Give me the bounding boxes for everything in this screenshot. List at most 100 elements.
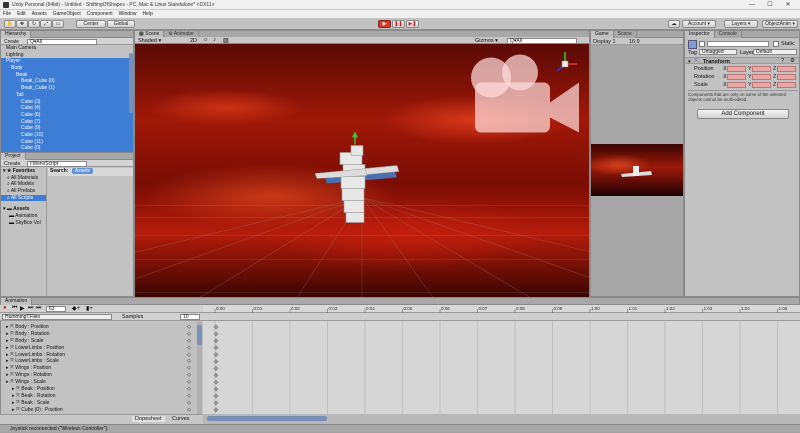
settings-gear-icon[interactable]: ⚙ [790, 58, 795, 64]
keyframe-marker[interactable] [213, 407, 219, 413]
transform-value-field[interactable] [727, 74, 746, 80]
go-last-button[interactable]: ⏭ [36, 305, 41, 312]
hierarchy-item[interactable]: Main Camera [1, 45, 133, 52]
transform-value-field[interactable] [777, 66, 796, 72]
hierarchy-create-button[interactable]: Create [4, 39, 19, 45]
go-first-button[interactable]: ⏮ [12, 305, 17, 312]
keyframe-marker[interactable] [213, 379, 219, 385]
active-checkbox[interactable] [699, 41, 705, 47]
menu-gameobject[interactable]: GameObject [50, 10, 84, 18]
keyframe-marker[interactable] [213, 345, 219, 351]
hierarchy-scrollbar[interactable] [129, 53, 133, 113]
hierarchy-item[interactable]: Cube (7) [1, 118, 133, 126]
animation-property-row[interactable]: ▸ ⤧ Cube (0) : Position ◇ [0, 407, 197, 414]
keyframe-marker[interactable] [213, 365, 219, 371]
pivot-toggle[interactable]: Center [76, 20, 106, 28]
anim-play-button[interactable]: ▶ [20, 305, 25, 312]
tag-dropdown[interactable]: Untagged [699, 49, 737, 55]
record-button[interactable]: ● [3, 305, 7, 311]
close-button[interactable]: ✕ [780, 1, 796, 9]
keyframe-marker[interactable] [213, 338, 219, 344]
scene-orientation-gizmo[interactable] [535, 49, 579, 79]
hierarchy-item[interactable]: Cube (4) [1, 105, 133, 112]
hierarchy-item[interactable]: Cube (11) [1, 138, 133, 146]
hierarchy-item[interactable]: Cube (9) [1, 125, 133, 132]
keyframe-marker[interactable] [213, 324, 219, 330]
hierarchy-item[interactable]: Cube (6) [1, 111, 133, 119]
keyframe-toggle-icon[interactable]: ◇ [187, 358, 191, 365]
tab-hierarchy[interactable]: Hierarchy [1, 31, 32, 38]
tab-console[interactable]: Console [714, 31, 742, 38]
animation-property-row[interactable]: ▸ ⤧ LowerLimbs : Scale ◇ [0, 358, 197, 365]
hand-tool-icon[interactable]: ✋ [4, 20, 16, 28]
dopesheet-grid[interactable] [203, 321, 800, 414]
hierarchy-item[interactable]: Cube (3) [1, 98, 133, 106]
property-scrollbar[interactable] [197, 325, 202, 345]
animation-property-row[interactable]: ▸ ⤧ Wings : Scale ◇ [0, 379, 197, 386]
tab-inspector[interactable]: Inspector [685, 31, 715, 38]
favorite-item[interactable]: ⌕ All Materials [1, 175, 46, 182]
hierarchy-item[interactable]: Tail [1, 91, 133, 99]
animation-property-row[interactable]: ▸ ⤧ Beak : Rotation ◇ [0, 393, 197, 400]
hierarchy-item[interactable]: Beak [1, 71, 133, 79]
name-field[interactable] [707, 40, 769, 47]
animation-property-row[interactable]: ▸ ⤧ Wings : Rotation ◇ [0, 372, 197, 379]
keyframe-marker[interactable] [213, 331, 219, 337]
animation-property-row[interactable]: ▸ ⤧ Body : Rotation ◇ [0, 331, 197, 338]
menu-window[interactable]: Window [116, 10, 140, 18]
favorite-item[interactable]: ⌕ All Scripts [1, 194, 46, 202]
scene-viewport[interactable] [135, 44, 589, 297]
keyframe-toggle-icon[interactable]: ◇ [187, 407, 191, 414]
tab-game-scene[interactable]: Scene [613, 31, 637, 38]
keyframe-toggle-icon[interactable]: ◇ [187, 372, 191, 379]
asset-folder[interactable]: ▬ Animation [1, 213, 46, 220]
scene-search-input[interactable]: Q▾All [507, 37, 577, 44]
hierarchy-item[interactable]: Beak_Cube (0) [1, 78, 133, 86]
hierarchy-item[interactable]: Beak_Cube (1) [1, 85, 133, 92]
keyframe-toggle-icon[interactable]: ◇ [187, 324, 191, 331]
samples-field[interactable]: 10 [180, 314, 200, 320]
menu-help[interactable]: Help [139, 10, 155, 18]
timeline-scrollbar[interactable] [207, 416, 327, 421]
layer-dropdown[interactable]: Default [753, 49, 797, 55]
animation-property-row[interactable]: ▸ ⤧ Wings : Position ◇ [0, 365, 197, 372]
keyframe-toggle-icon[interactable]: ◇ [187, 338, 191, 345]
curves-tab[interactable]: Curves [172, 416, 189, 422]
audio-icon[interactable]: ♪ [213, 37, 216, 43]
keyframe-marker[interactable] [213, 386, 219, 392]
keyframe-toggle-icon[interactable]: ◇ [187, 379, 191, 386]
scale-tool-icon[interactable]: ⤢ [40, 20, 52, 28]
transform-value-field[interactable] [777, 74, 796, 80]
asset-folder[interactable]: ▬ SkyBox Vol [1, 220, 46, 227]
search-scope-assets[interactable]: Assets [71, 168, 93, 174]
play-button[interactable]: ▶ [378, 20, 391, 28]
menu-assets[interactable]: Assets [29, 10, 50, 18]
hierarchy-item[interactable]: Lighting [1, 52, 133, 59]
rotate-tool-icon[interactable]: ↻ [28, 20, 40, 28]
cloud-icon[interactable]: ☁ [668, 20, 680, 28]
clip-dropdown[interactable]: HummingTFlies [2, 314, 112, 320]
step-button[interactable]: ▶❚ [406, 20, 419, 28]
keyframe-toggle-icon[interactable]: ◇ [187, 345, 191, 352]
keyframe-toggle-icon[interactable]: ◇ [187, 393, 191, 400]
menu-component[interactable]: Component [84, 10, 116, 18]
keyframe-marker[interactable] [213, 372, 219, 378]
favorite-item[interactable]: ⌕ All Prefabs [1, 188, 46, 195]
static-checkbox[interactable] [773, 41, 779, 47]
keyframe-marker[interactable] [213, 400, 219, 406]
transform-value-field[interactable] [777, 82, 796, 88]
hierarchy-item[interactable]: Cube (10) [1, 131, 133, 139]
dopesheet-tab[interactable]: Dopesheet [132, 416, 165, 422]
transform-value-field[interactable] [727, 82, 746, 88]
transform-value-field[interactable] [752, 74, 771, 80]
minimize-button[interactable]: — [744, 1, 760, 9]
transform-value-field[interactable] [752, 82, 771, 88]
hierarchy-item[interactable]: Player [1, 58, 133, 66]
move-tool-icon[interactable]: ✥ [16, 20, 28, 28]
display-dropdown[interactable]: Display 1 [593, 39, 616, 45]
player-model[interactable] [314, 131, 400, 223]
space-toggle[interactable]: Global [107, 20, 135, 28]
keyframe-marker[interactable] [213, 359, 219, 364]
animation-property-row[interactable]: ▸ ⤧ LowerLimbs : Rotation ◇ [0, 352, 197, 359]
project-search-input[interactable]: t:MonoScript [27, 160, 87, 167]
